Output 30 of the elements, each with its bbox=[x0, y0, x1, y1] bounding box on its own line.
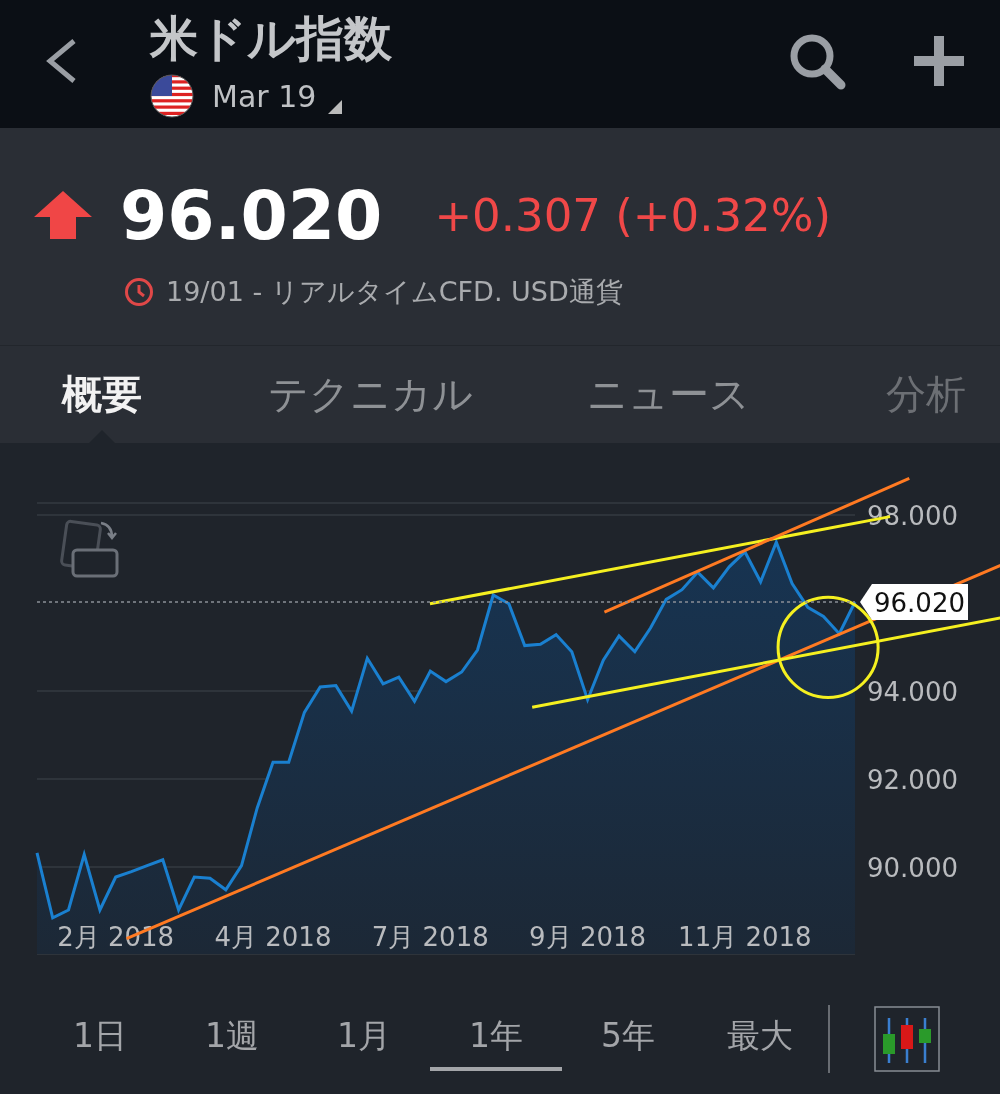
axis-label: 90.000 bbox=[867, 852, 958, 883]
clock-icon bbox=[124, 277, 154, 307]
range-tab[interactable]: 1日 bbox=[34, 1006, 166, 1071]
page-title: 米ドル指数 bbox=[150, 9, 393, 68]
axis-label: 98.000 bbox=[867, 500, 958, 531]
rotate-screen-icon[interactable] bbox=[59, 519, 119, 578]
price-value: 96.020 bbox=[120, 175, 383, 255]
quote-status: 19/01 - リアルタイムCFD. USD通貨 bbox=[166, 275, 623, 309]
axis-label: 7月 2018 bbox=[371, 922, 489, 952]
candlestick-chart-icon[interactable] bbox=[874, 1005, 940, 1072]
axis-label: 9月 2018 bbox=[529, 922, 647, 952]
axis-label: 94.000 bbox=[867, 676, 958, 707]
tab[interactable]: テクニカル bbox=[204, 346, 536, 443]
price-change: +0.307 (+0.32%) bbox=[434, 188, 831, 242]
range-tab[interactable]: 1月 bbox=[298, 1006, 430, 1071]
range-tab[interactable]: 1週 bbox=[166, 1006, 298, 1071]
range-tab[interactable]: 最大 bbox=[694, 1006, 826, 1071]
range-tab[interactable]: 1年 bbox=[430, 1006, 562, 1071]
axis-label: 4月 2018 bbox=[214, 922, 332, 952]
search-icon[interactable] bbox=[788, 32, 846, 90]
dropdown-corner-icon[interactable] bbox=[328, 100, 343, 114]
axis-label: 2月 2018 bbox=[57, 922, 175, 952]
add-icon[interactable] bbox=[912, 34, 966, 88]
flag-icon bbox=[150, 74, 194, 118]
tab[interactable]: ニュース bbox=[536, 346, 800, 443]
range-tab[interactable]: 5年 bbox=[562, 1006, 694, 1071]
current-price-tag: 96.020 bbox=[860, 584, 968, 620]
contract-selector[interactable]: Mar 19 bbox=[212, 78, 317, 114]
axis-label: 11月 2018 bbox=[678, 922, 812, 952]
axis-label: 92.000 bbox=[867, 764, 958, 795]
